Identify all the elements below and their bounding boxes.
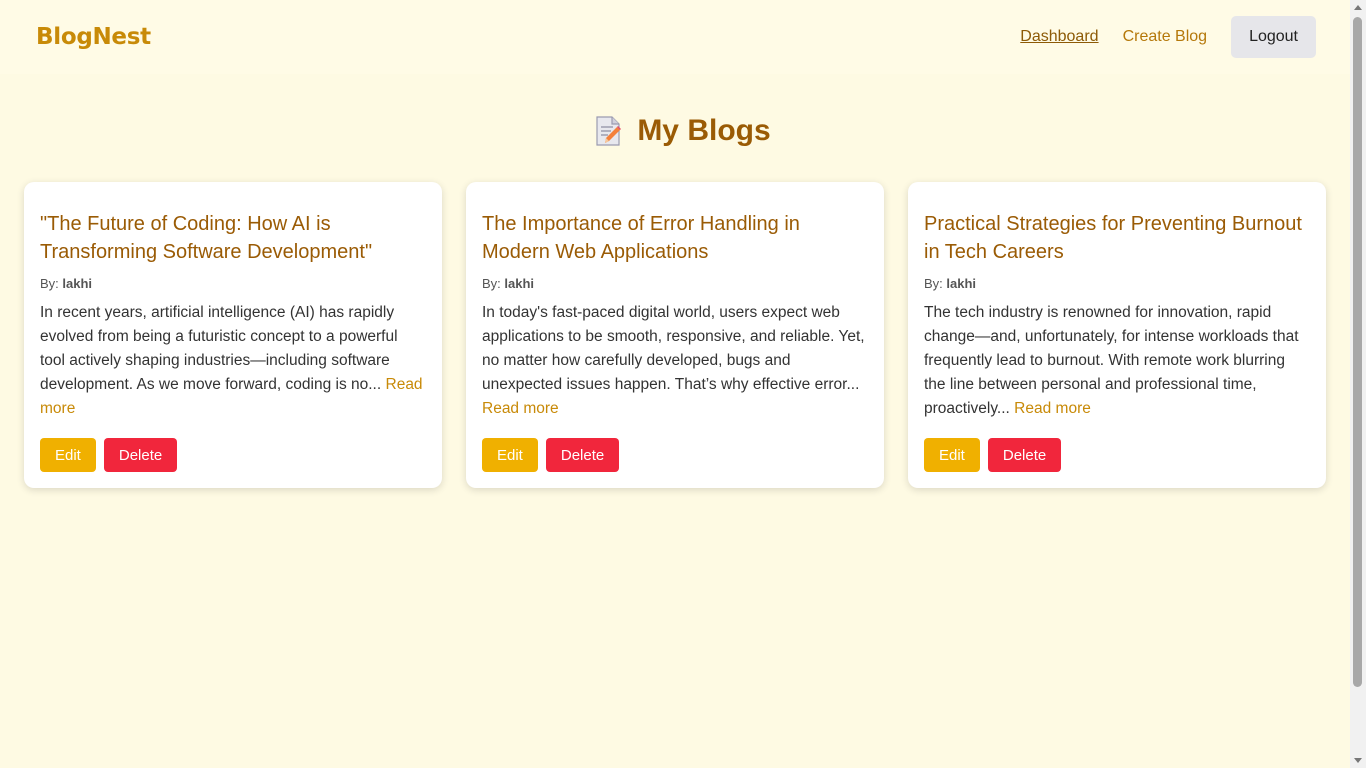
delete-button[interactable]: Delete (103, 438, 178, 472)
blog-title[interactable]: "The Future of Coding: How AI is Transfo… (40, 210, 426, 266)
memo-icon (595, 116, 622, 146)
blog-card: "The Future of Coding: How AI is Transfo… (24, 182, 442, 488)
nav-link-create-blog[interactable]: Create Blog (1123, 28, 1208, 46)
edit-button[interactable]: Edit (482, 438, 538, 472)
blog-card: The Importance of Error Handling in Mode… (466, 182, 884, 488)
delete-button[interactable]: Delete (987, 438, 1062, 472)
card-actions: Edit Delete (924, 438, 1310, 472)
delete-button[interactable]: Delete (545, 438, 620, 472)
by-label: By: (40, 275, 59, 291)
scrollbar-thumb[interactable] (1353, 17, 1362, 687)
excerpt-text: The tech industry is renowned for innova… (924, 303, 1299, 417)
blog-title[interactable]: The Importance of Error Handling in Mode… (482, 210, 868, 266)
blog-excerpt: In recent years, artificial intelligence… (40, 301, 426, 420)
card-actions: Edit Delete (482, 438, 868, 472)
blog-author: lakhi (504, 275, 535, 291)
excerpt-text: In today's fast-paced digital world, use… (482, 303, 865, 393)
blog-title[interactable]: Practical Strategies for Preventing Burn… (924, 210, 1310, 266)
blog-author: lakhi (946, 275, 977, 291)
card-actions: Edit Delete (40, 438, 426, 472)
page-title-row: My Blogs (0, 114, 1366, 148)
blog-author: lakhi (62, 275, 93, 291)
vertical-scrollbar[interactable] (1350, 0, 1366, 768)
logout-button[interactable]: Logout (1231, 16, 1316, 58)
edit-button[interactable]: Edit (924, 438, 980, 472)
nav-links: Dashboard Create Blog Logout (1020, 16, 1316, 58)
blog-card: Practical Strategies for Preventing Burn… (908, 182, 1326, 488)
blog-byline: By: lakhi (924, 276, 1310, 291)
blog-byline: By: lakhi (40, 276, 426, 291)
page-title: My Blogs (637, 114, 771, 147)
top-navbar: BlogNest Dashboard Create Blog Logout (0, 0, 1350, 74)
blog-excerpt: The tech industry is renowned for innova… (924, 301, 1310, 420)
brand-logo[interactable]: BlogNest (36, 24, 151, 50)
blog-byline: By: lakhi (482, 276, 868, 291)
read-more-link[interactable]: Read more (482, 400, 559, 417)
scroll-up-arrow-icon[interactable] (1354, 5, 1362, 10)
blog-excerpt: In today's fast-paced digital world, use… (482, 301, 868, 420)
by-label: By: (482, 275, 501, 291)
edit-button[interactable]: Edit (40, 438, 96, 472)
by-label: By: (924, 275, 943, 291)
excerpt-text: In recent years, artificial intelligence… (40, 303, 398, 393)
read-more-link[interactable]: Read more (1014, 400, 1091, 417)
scroll-down-arrow-icon[interactable] (1354, 758, 1362, 763)
nav-link-dashboard[interactable]: Dashboard (1020, 28, 1098, 46)
blog-card-list: "The Future of Coding: How AI is Transfo… (24, 182, 1327, 488)
